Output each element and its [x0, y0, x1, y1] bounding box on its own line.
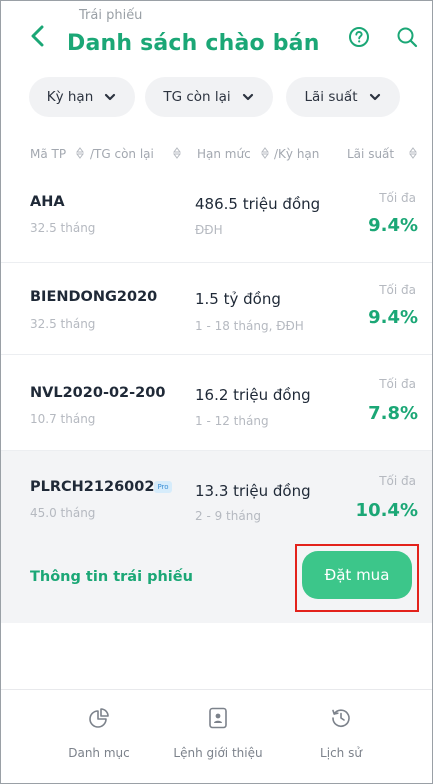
filter-term-label: Kỳ hạn [46, 89, 94, 105]
table-row[interactable]: BIENDONG2020 32.5 tháng 1.5 tỷ đồng 1 - … [1, 263, 432, 355]
pie-chart-icon [87, 706, 111, 730]
column-code-header[interactable]: Mã TP [30, 147, 66, 161]
bond-code: BIENDONG2020 [30, 289, 158, 305]
column-rate-header[interactable]: Lãi suất [347, 147, 394, 161]
page-supertitle: Trái phiếu [79, 8, 143, 23]
search-button[interactable] [395, 25, 419, 49]
table-row-selected[interactable]: PLRCH2126002 Pro 45.0 tháng 13.3 triệu đ… [1, 451, 432, 623]
chevron-left-icon [31, 25, 44, 47]
bottom-nav: Danh mục Lệnh giới thiệu Lịch sử [1, 689, 432, 783]
table-row[interactable]: AHA 32.5 tháng 486.5 triệu đồng ĐĐH Tối … [1, 177, 432, 263]
bond-limit: 16.2 triệu đồng [195, 386, 311, 404]
filter-bar: Kỳ hạn TG còn lại Lãi suất [1, 77, 432, 121]
bond-remaining: 32.5 tháng [30, 317, 96, 331]
filter-rate-label: Lãi suất [304, 89, 358, 105]
app-screen: Trái phiếu Danh sách chào bán Kỳ hạn TG … [0, 0, 433, 784]
bond-remaining: 10.7 tháng [30, 412, 96, 426]
back-button[interactable] [25, 23, 51, 49]
filter-remaining-dropdown[interactable]: TG còn lại [145, 77, 273, 117]
bond-rate: 9.4% [368, 307, 418, 328]
column-limit-header[interactable]: Hạn mức [197, 147, 251, 161]
bond-info-link[interactable]: Thông tin trái phiếu [30, 569, 193, 585]
bond-code: NVL2020-02-200 [30, 385, 166, 401]
column-remaining-header[interactable]: /TG còn lại [90, 147, 154, 161]
nav-item-portfolio[interactable]: Danh mục [39, 690, 159, 780]
nav-item-referral-orders[interactable]: Lệnh giới thiệu [158, 690, 278, 780]
nav-label: Lịch sử [320, 746, 362, 760]
bond-rate: 7.8% [368, 403, 418, 424]
help-circle-icon [349, 27, 369, 47]
bond-term: 2 - 9 tháng [195, 509, 261, 523]
bond-max-label: Tối đa [379, 191, 416, 205]
nav-label: Lệnh giới thiệu [173, 746, 263, 760]
search-icon [397, 27, 418, 48]
bond-term: 1 - 18 tháng, ĐĐH [195, 319, 304, 333]
bond-rate: 9.4% [368, 215, 418, 236]
bond-rate: 10.4% [355, 500, 418, 521]
bond-max-label: Tối đa [379, 283, 416, 297]
column-headers: Mã TP /TG còn lại Hạn mức /Kỳ hạn Lãi su… [1, 143, 432, 165]
chevron-down-icon [241, 90, 255, 104]
chevron-down-icon [368, 90, 382, 104]
bond-limit: 13.3 triệu đồng [195, 482, 311, 500]
bond-limit: 486.5 triệu đồng [195, 195, 321, 213]
bond-remaining: 45.0 tháng [30, 506, 96, 520]
bond-code: PLRCH2126002 [30, 479, 155, 495]
sort-icon[interactable] [409, 147, 417, 162]
filter-remaining-label: TG còn lại [163, 89, 231, 105]
sort-icon[interactable] [173, 147, 181, 162]
filter-rate-dropdown[interactable]: Lãi suất [286, 77, 400, 117]
bond-term: ĐĐH [195, 223, 223, 237]
bond-max-label: Tối đa [379, 377, 416, 391]
pro-badge: Pro [154, 481, 172, 493]
bond-code: AHA [30, 194, 65, 210]
document-user-icon [206, 706, 230, 730]
table-row[interactable]: NVL2020-02-200 10.7 tháng 16.2 triệu đồn… [1, 355, 432, 451]
bond-limit: 1.5 tỷ đồng [195, 290, 281, 308]
bond-term: 1 - 12 tháng [195, 414, 269, 428]
chevron-down-icon [103, 90, 117, 104]
page-title: Danh sách chào bán [67, 31, 320, 56]
nav-label: Danh mục [68, 746, 130, 760]
sort-icon[interactable] [261, 147, 269, 162]
filter-term-dropdown[interactable]: Kỳ hạn [29, 77, 135, 117]
history-icon [329, 706, 353, 730]
help-button[interactable] [347, 25, 371, 49]
column-term-header[interactable]: /Kỳ hạn [274, 147, 319, 161]
sort-icon[interactable] [76, 147, 84, 162]
header: Trái phiếu Danh sách chào bán [1, 1, 432, 71]
bond-remaining: 32.5 tháng [30, 221, 96, 235]
bond-max-label: Tối đa [379, 474, 416, 488]
nav-item-history[interactable]: Lịch sử [281, 690, 401, 780]
buy-button[interactable]: Đặt mua [302, 551, 412, 599]
